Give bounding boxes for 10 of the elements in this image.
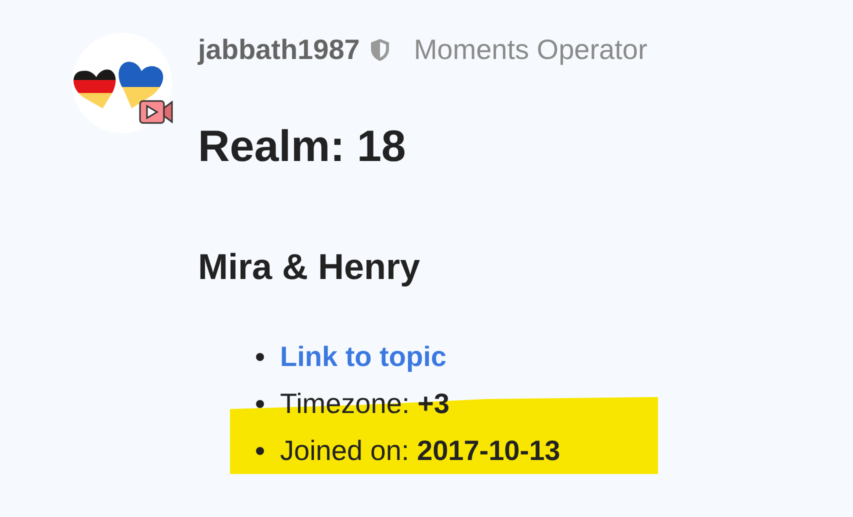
topic-link[interactable]: Link to topic	[280, 340, 446, 372]
subheading: Mira & Henry	[198, 245, 422, 289]
bullet-icon	[256, 400, 264, 408]
username[interactable]: jabbath1987	[198, 34, 360, 66]
heading: Realm: 18	[198, 121, 407, 173]
info-text: Joined on: 2017-10-13	[280, 434, 560, 466]
shield-icon	[370, 38, 390, 62]
heart-icon	[74, 70, 116, 109]
user-title: Moments Operator	[414, 34, 648, 66]
bullet-icon	[256, 352, 264, 360]
